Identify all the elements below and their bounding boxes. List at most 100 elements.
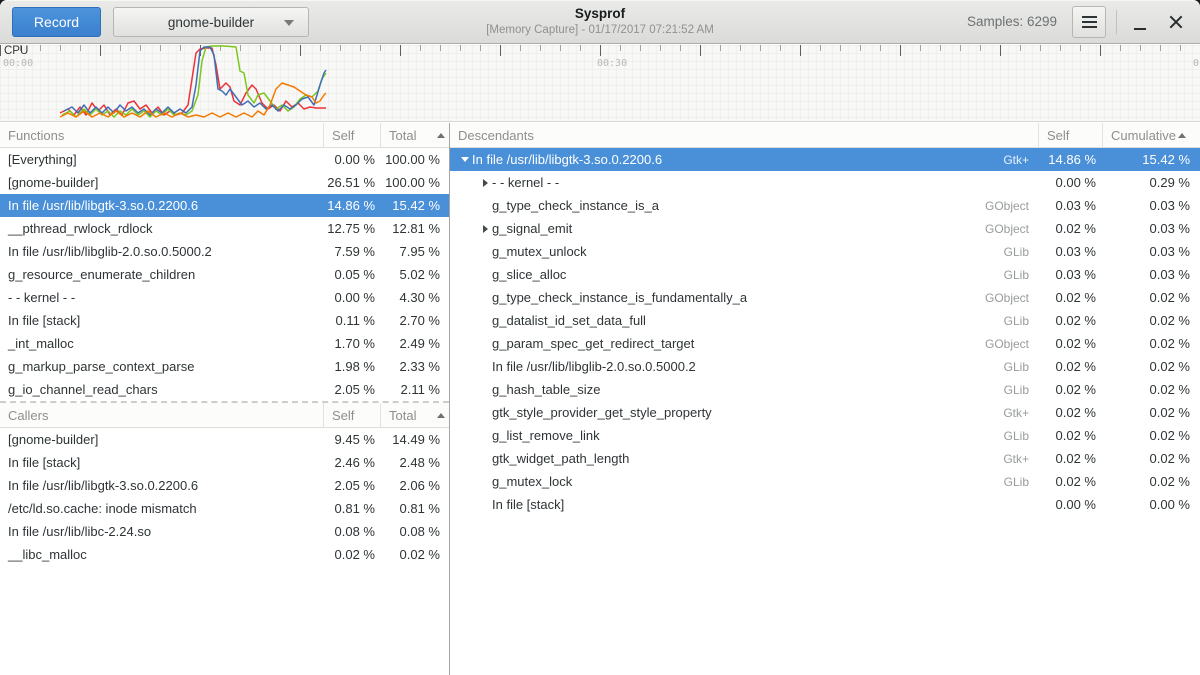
table-row[interactable]: - - kernel - -0.00 %4.30 % <box>0 286 449 309</box>
table-row[interactable]: /etc/ld.so.cache: inode mismatch0.81 %0.… <box>0 497 449 520</box>
library-category-label: Gtk+ <box>1003 153 1038 167</box>
tree-row[interactable]: g_mutex_lockGLib0.02 %0.02 % <box>450 470 1200 493</box>
table-row[interactable]: In file /usr/lib/libc-2.24.so0.08 %0.08 … <box>0 520 449 543</box>
tree-row[interactable]: In file [stack]0.00 %0.00 % <box>450 493 1200 516</box>
tree-row[interactable]: In file /usr/lib/libglib-2.0.so.0.5000.2… <box>450 355 1200 378</box>
total-column-header[interactable]: Total <box>380 403 449 427</box>
minimize-button[interactable] <box>1126 6 1154 38</box>
table-row[interactable]: In file /usr/lib/libgtk-3.so.0.2200.614.… <box>0 194 449 217</box>
expander-spacer <box>478 406 492 420</box>
cumulative-column-header[interactable]: Cumulative <box>1102 123 1200 147</box>
tree-row[interactable]: g_mutex_unlockGLib0.03 %0.03 % <box>450 240 1200 263</box>
function-name-cell: g_hash_table_sizeGLib <box>450 382 1038 397</box>
header-separator <box>1116 10 1117 34</box>
cpu-graph-label: CPU <box>4 45 28 57</box>
header-bar: Record gnome-builder Sysprof [Memory Cap… <box>0 0 1200 44</box>
library-category-label: Gtk+ <box>1003 452 1038 466</box>
cumulative-percent-cell: 0.02 % <box>1102 382 1200 397</box>
function-name-label: g_mutex_unlock <box>492 244 587 259</box>
function-name-cell: g_mutex_lockGLib <box>450 474 1038 489</box>
table-row[interactable]: g_resource_enumerate_children0.05 %5.02 … <box>0 263 449 286</box>
hamburger-menu-button[interactable] <box>1072 6 1106 38</box>
function-name-label: gtk_widget_path_length <box>492 451 629 466</box>
library-category-label: GLib <box>1004 314 1038 328</box>
cumulative-percent-cell: 0.00 % <box>1102 497 1200 512</box>
table-row[interactable]: In file /usr/lib/libgtk-3.so.0.2200.62.0… <box>0 474 449 497</box>
tree-row[interactable]: g_datalist_id_set_data_fullGLib0.02 %0.0… <box>450 309 1200 332</box>
function-name-cell: gtk_widget_path_length Gtk+ <box>450 451 1038 466</box>
table-row[interactable]: [gnome-builder]9.45 %14.49 % <box>0 428 449 451</box>
tree-row[interactable]: g_signal_emitGObject0.02 %0.03 % <box>450 217 1200 240</box>
expander-spacer <box>478 291 492 305</box>
self-column-header[interactable]: Self <box>323 123 380 147</box>
table-row[interactable]: In file /usr/lib/libglib-2.0.so.0.5000.2… <box>0 240 449 263</box>
function-name-label: g_slice_alloc <box>492 267 566 282</box>
self-percent-cell: 7.59 % <box>323 244 380 259</box>
record-button[interactable]: Record <box>12 7 101 37</box>
table-row[interactable]: [gnome-builder]26.51 %100.00 % <box>0 171 449 194</box>
cpu-graph[interactable]: CPU 00:00 00:30 01:00 <box>0 45 1200 122</box>
self-percent-cell: 1.98 % <box>323 359 380 374</box>
self-percent-cell: 2.05 % <box>323 478 380 493</box>
expander-expanded-icon[interactable] <box>458 153 472 167</box>
function-name-cell: [Everything] <box>0 152 323 167</box>
total-percent-cell: 14.49 % <box>380 432 449 447</box>
self-percent-cell: 0.00 % <box>1038 175 1102 190</box>
descendants-column-header[interactable]: Descendants <box>450 128 1038 143</box>
function-name-cell: g_resource_enumerate_children <box>0 267 323 282</box>
sort-ascending-icon <box>1178 133 1186 138</box>
tree-row[interactable]: g_slice_allocGLib0.03 %0.03 % <box>450 263 1200 286</box>
self-percent-cell: 0.02 % <box>1038 359 1102 374</box>
time-tick-label-end: 01:00 <box>1193 58 1200 69</box>
table-row[interactable]: In file [stack]2.46 %2.48 % <box>0 451 449 474</box>
tree-row[interactable]: g_param_spec_get_redirect_targetGObject0… <box>450 332 1200 355</box>
function-name-cell: _int_malloc <box>0 336 323 351</box>
table-row[interactable]: g_markup_parse_context_parse1.98 %2.33 % <box>0 355 449 378</box>
cpu-graph-canvas <box>0 45 1200 122</box>
library-category-label: GLib <box>1004 268 1038 282</box>
function-name-cell: In file /usr/lib/libgtk-3.so.0.2200.6 <box>0 198 323 213</box>
tree-row[interactable]: - - kernel - -0.00 %0.29 % <box>450 171 1200 194</box>
function-name-cell: g_list_remove_linkGLib <box>450 428 1038 443</box>
close-button[interactable] <box>1162 6 1190 38</box>
tree-row[interactable]: g_list_remove_linkGLib0.02 %0.02 % <box>450 424 1200 447</box>
self-percent-cell: 0.11 % <box>323 313 380 328</box>
target-selector-dropdown[interactable]: gnome-builder <box>113 7 309 37</box>
self-percent-cell: 0.03 % <box>1038 244 1102 259</box>
library-category-label: GLib <box>1004 360 1038 374</box>
total-percent-cell: 5.02 % <box>380 267 449 282</box>
cumulative-percent-cell: 0.02 % <box>1102 451 1200 466</box>
self-column-header[interactable]: Self <box>1038 123 1102 147</box>
table-row[interactable]: __pthread_rwlock_rdlock12.75 %12.81 % <box>0 217 449 240</box>
expander-collapsed-icon[interactable] <box>478 222 492 236</box>
hamburger-icon <box>1082 21 1097 23</box>
tree-row[interactable]: g_type_check_instance_is_fundamentally_a… <box>450 286 1200 309</box>
functions-column-header[interactable]: Functions <box>0 128 323 143</box>
tree-row[interactable]: In file /usr/lib/libgtk-3.so.0.2200.6Gtk… <box>450 148 1200 171</box>
table-row[interactable]: _int_malloc1.70 %2.49 % <box>0 332 449 355</box>
table-row[interactable]: [Everything]0.00 %100.00 % <box>0 148 449 171</box>
function-name-cell: g_io_channel_read_chars <box>0 382 323 397</box>
table-row[interactable]: In file [stack]0.11 %2.70 % <box>0 309 449 332</box>
self-column-header[interactable]: Self <box>323 403 380 427</box>
callers-table-header: Callers Self Total <box>0 403 449 428</box>
callers-column-header[interactable]: Callers <box>0 408 323 423</box>
self-percent-cell: 0.00 % <box>323 290 380 305</box>
tree-row[interactable]: gtk_widget_path_lengthGtk+0.02 %0.02 % <box>450 447 1200 470</box>
window-subtitle: [Memory Capture] - 01/17/2017 07:21:52 A… <box>330 23 870 38</box>
descendants-table-body: In file /usr/lib/libgtk-3.so.0.2200.6Gtk… <box>450 148 1200 516</box>
function-name-cell: In file /usr/lib/libgtk-3.so.0.2200.6Gtk… <box>450 152 1038 167</box>
tree-row[interactable]: g_hash_table_sizeGLib0.02 %0.02 % <box>450 378 1200 401</box>
tree-row[interactable]: g_type_check_instance_is_aGObject0.03 %0… <box>450 194 1200 217</box>
total-percent-cell: 2.06 % <box>380 478 449 493</box>
function-name-label: In file /usr/lib/libglib-2.0.so.0.5000.2 <box>492 359 696 374</box>
functions-table-body: [Everything]0.00 %100.00 %[gnome-builder… <box>0 148 449 401</box>
function-name-label: g_datalist_id_set_data_full <box>492 313 646 328</box>
total-column-header[interactable]: Total <box>380 123 449 147</box>
tree-row[interactable]: gtk_style_provider_get_style_propertyGtk… <box>450 401 1200 424</box>
table-row[interactable]: g_io_channel_read_chars2.05 %2.11 % <box>0 378 449 401</box>
expander-collapsed-icon[interactable] <box>478 176 492 190</box>
cumulative-percent-cell: 0.02 % <box>1102 359 1200 374</box>
cumulative-percent-cell: 0.02 % <box>1102 428 1200 443</box>
table-row[interactable]: __libc_malloc0.02 %0.02 % <box>0 543 449 566</box>
